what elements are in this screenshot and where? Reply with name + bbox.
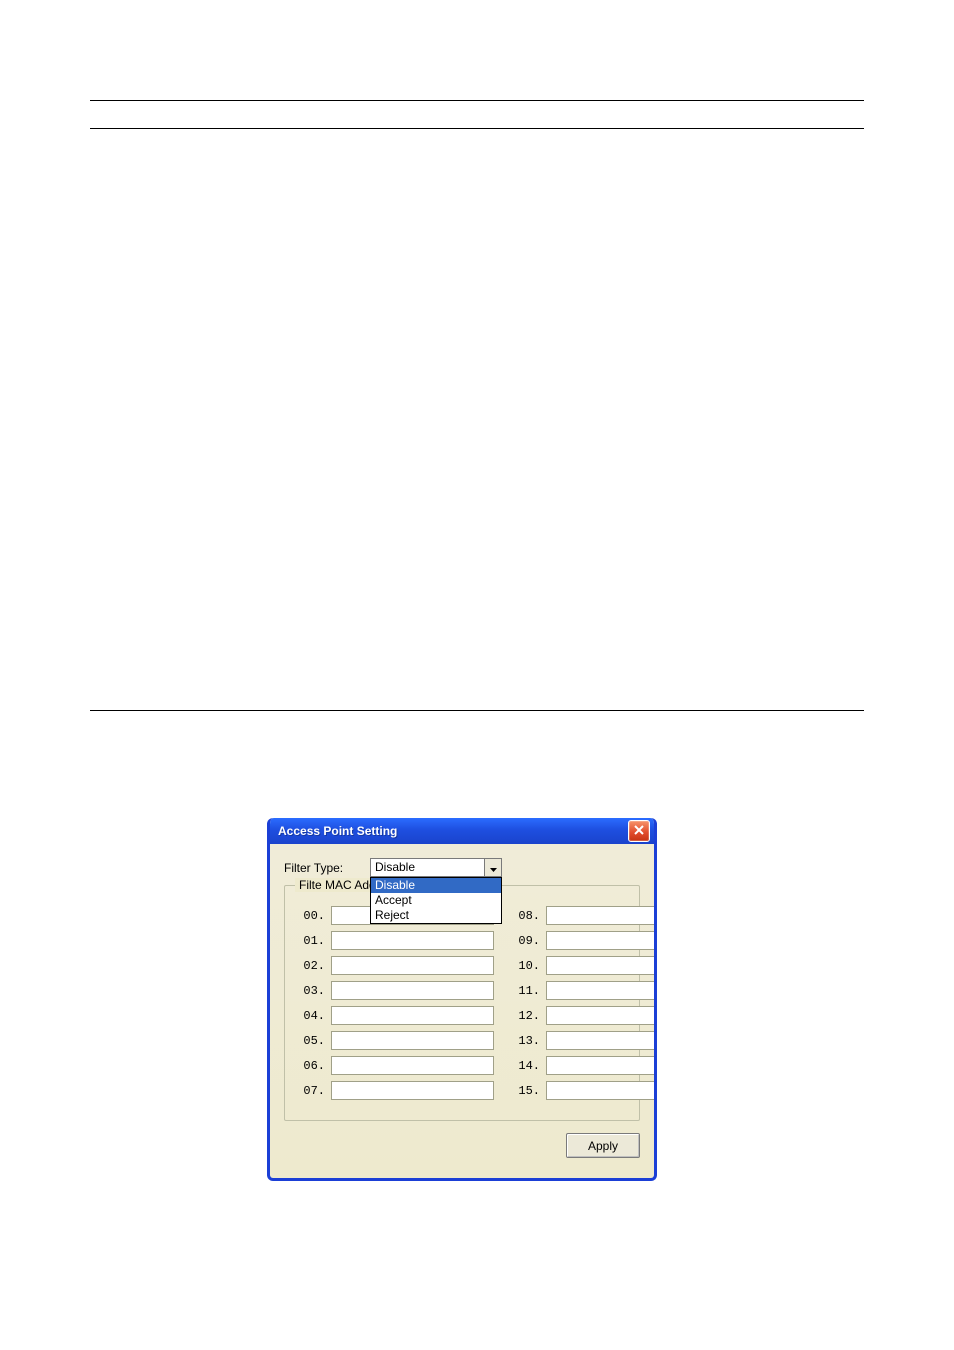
- mac-input-07[interactable]: [331, 1081, 494, 1100]
- mac-index-12: 12.: [510, 1009, 546, 1023]
- mac-index-06: 06.: [295, 1059, 331, 1073]
- mac-index-00: 00.: [295, 909, 331, 923]
- close-button[interactable]: [628, 820, 650, 842]
- mac-input-12[interactable]: [546, 1006, 657, 1025]
- divider: [90, 128, 864, 129]
- mac-index-11: 11.: [510, 984, 546, 998]
- mac-input-03[interactable]: [331, 981, 494, 1000]
- mac-input-02[interactable]: [331, 956, 494, 975]
- mac-input-08[interactable]: [546, 906, 657, 925]
- option-accept[interactable]: Accept: [371, 893, 501, 908]
- mac-index-02: 02.: [295, 959, 331, 973]
- mac-index-07: 07.: [295, 1084, 331, 1098]
- filter-type-selected: Disable: [371, 859, 484, 876]
- mac-index-04: 04.: [295, 1009, 331, 1023]
- mac-input-14[interactable]: [546, 1056, 657, 1075]
- mac-index-05: 05.: [295, 1034, 331, 1048]
- mac-index-15: 15.: [510, 1084, 546, 1098]
- mac-input-11[interactable]: [546, 981, 657, 1000]
- filter-type-dropdown: Disable Accept Reject: [370, 877, 502, 924]
- mac-index-13: 13.: [510, 1034, 546, 1048]
- mac-index-09: 09.: [510, 934, 546, 948]
- mac-input-04[interactable]: [331, 1006, 494, 1025]
- close-icon: [634, 824, 644, 838]
- mac-index-14: 14.: [510, 1059, 546, 1073]
- mac-input-10[interactable]: [546, 956, 657, 975]
- filter-type-label: Filter Type:: [284, 861, 370, 875]
- mac-input-15[interactable]: [546, 1081, 657, 1100]
- mac-index-10: 10.: [510, 959, 546, 973]
- mac-input-09[interactable]: [546, 931, 657, 950]
- mac-index-08: 08.: [510, 909, 546, 923]
- divider: [90, 100, 864, 101]
- option-reject[interactable]: Reject: [371, 908, 501, 923]
- mac-input-05[interactable]: [331, 1031, 494, 1050]
- filter-type-combo[interactable]: Disable: [370, 858, 502, 877]
- mac-input-01[interactable]: [331, 931, 494, 950]
- dialog-title: Access Point Setting: [278, 824, 397, 838]
- mac-input-06[interactable]: [331, 1056, 494, 1075]
- option-disable[interactable]: Disable: [371, 878, 501, 893]
- divider: [90, 710, 864, 711]
- apply-button[interactable]: Apply: [566, 1133, 640, 1158]
- titlebar[interactable]: Access Point Setting: [270, 818, 654, 844]
- mac-index-03: 03.: [295, 984, 331, 998]
- apply-button-label: Apply: [588, 1139, 618, 1153]
- mac-index-01: 01.: [295, 934, 331, 948]
- combo-dropdown-button[interactable]: [484, 859, 501, 876]
- mac-input-13[interactable]: [546, 1031, 657, 1050]
- access-point-setting-dialog: Access Point Setting Filter Type: Disabl…: [267, 818, 657, 1181]
- chevron-down-icon: [490, 861, 497, 875]
